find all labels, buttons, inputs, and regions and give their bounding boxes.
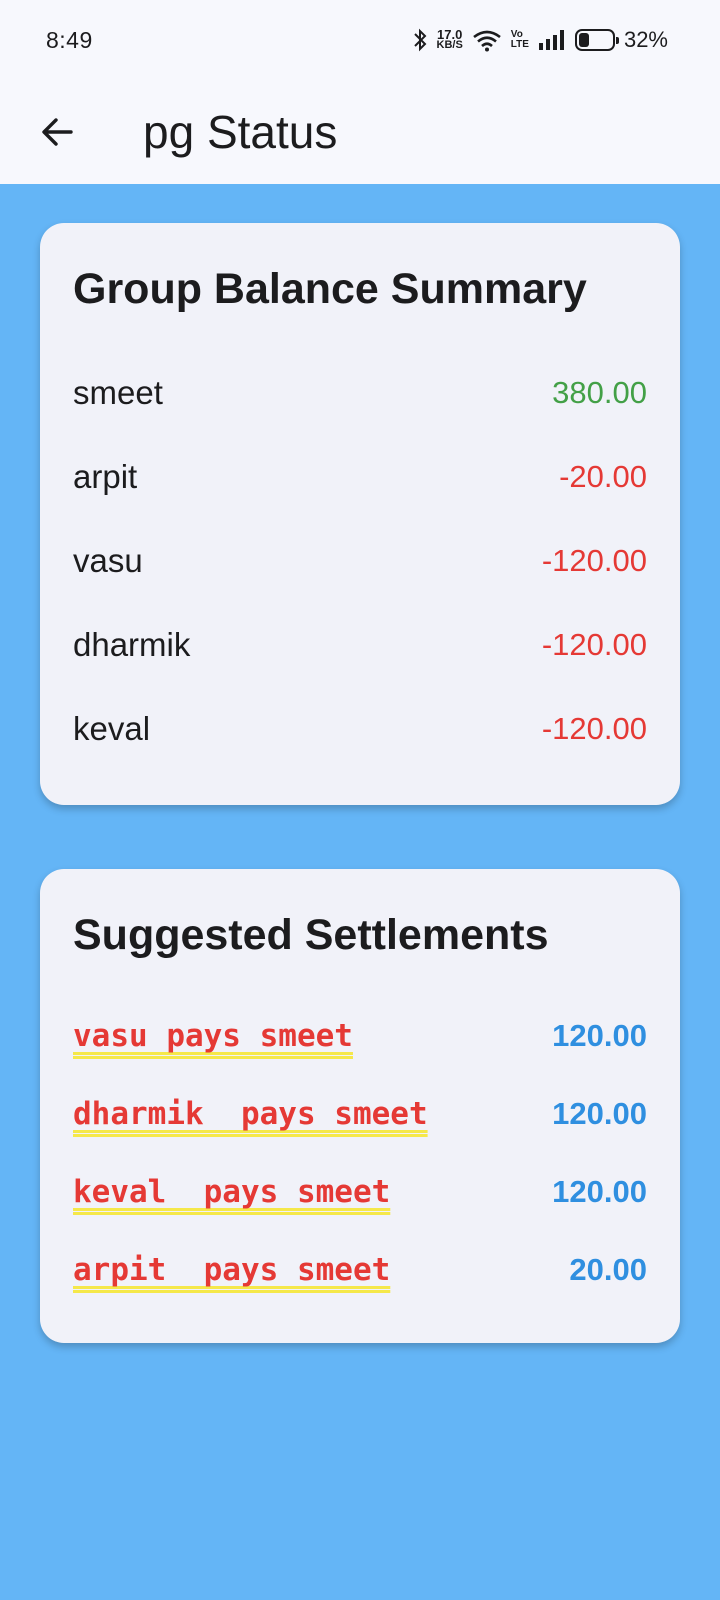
settlement-text: keval pays smeet [73,1174,391,1210]
battery-icon [574,29,619,51]
settlements-card: Suggested Settlements vasu pays smeet 120… [40,869,680,1343]
balance-list: smeet 380.00 arpit -20.00 vasu -120.00 dharmik… [73,351,647,771]
balance-amount: -120.00 [541,627,647,662]
settlement-amount: 120.00 [552,1096,647,1131]
balance-member-name: vasu [73,542,143,579]
balance-row: keval -120.00 [73,687,647,771]
balance-summary-title: Group Balance Summary [73,265,587,313]
net-speed-unit: KB/S [436,39,463,51]
page-title: pg Status [143,106,338,158]
net-speed: 17.0 KB/S [436,28,463,51]
bluetooth-icon [413,28,426,52]
settlement-row: keval pays smeet 120.00 [73,1153,647,1231]
battery-fill [578,33,590,47]
balance-amount: 380.00 [552,375,647,410]
balance-row: arpit -20.00 [73,435,647,519]
status-time: 8:49 [46,26,93,53]
back-button[interactable] [27,102,87,162]
settlement-row: dharmik pays smeet 120.00 [73,1075,647,1153]
balance-amount: -120.00 [541,543,647,578]
settlements-list: vasu pays smeet 120.00 dharmik pays smeet 1… [73,997,647,1309]
volte-indicator: Vo LTE [511,30,529,50]
wifi-icon [473,30,501,52]
battery-percent: 32% [623,27,668,52]
settlement-amount: 20.00 [569,1252,647,1287]
settlement-text: vasu pays smeet [73,1018,353,1054]
balance-amount: -20.00 [559,459,647,494]
settlement-text: dharmik pays smeet [73,1096,428,1132]
app-bar: pg Status [0,80,720,184]
settlement-amount: 120.00 [552,1174,647,1209]
balance-row: smeet 380.00 [73,351,647,435]
settlement-row: arpit pays smeet 20.00 [73,1231,647,1309]
balance-amount: -120.00 [541,711,647,746]
signal-icon [538,30,564,50]
settlement-amount: 120.00 [552,1018,647,1053]
balance-member-name: keval [73,710,151,747]
status-bar: 8:49 17.0 KB/S Vo LTE 32% [0,0,720,80]
balance-member-name: arpit [73,458,138,495]
balance-row: vasu -120.00 [73,519,647,603]
settlement-row: vasu pays smeet 120.00 [73,997,647,1075]
settlement-text: arpit pays smeet [73,1252,391,1288]
balance-member-name: dharmik [73,626,191,663]
balance-summary-card: Group Balance Summary smeet 380.00 arpit -2… [40,223,680,805]
settlements-title: Suggested Settlements [73,911,549,959]
balance-row: dharmik -120.00 [73,603,647,687]
volte-bottom: LTE [510,39,529,50]
balance-member-name: smeet [73,374,163,411]
status-icons: 17.0 KB/S Vo LTE 32% [412,27,668,53]
arrow-back-icon [42,118,73,146]
